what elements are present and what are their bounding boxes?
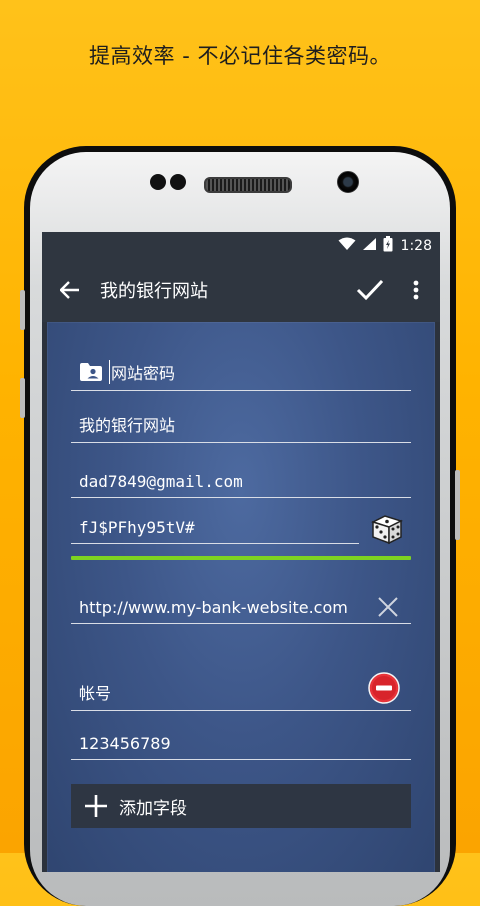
- dice-icon[interactable]: [369, 510, 405, 546]
- add-field-button[interactable]: 添加字段: [71, 784, 411, 828]
- plus-icon: [85, 795, 107, 817]
- url-field[interactable]: http://www.my-bank-website.com: [71, 598, 411, 624]
- phone-screen: 1:28 我的银行网站 网站密码 我的银行网站 dad7849@gmail.co…: [42, 232, 440, 872]
- custom-field-value-text: 123456789: [79, 734, 171, 753]
- headline: 提高效率 - 不必记住各类密码。: [89, 44, 391, 68]
- app-toolbar: 我的银行网站: [42, 258, 440, 322]
- status-bar: 1:28: [42, 232, 440, 258]
- signal-icon: [362, 237, 377, 255]
- sensor-dot: [150, 174, 166, 190]
- check-icon[interactable]: [355, 276, 385, 304]
- power-button: [455, 470, 460, 540]
- password-strength-bar: [71, 556, 411, 560]
- earpiece-speaker: [204, 177, 292, 193]
- password-value: fJ$PFhy95tV#: [79, 518, 195, 537]
- folder-account-icon: [79, 362, 103, 382]
- custom-field-label[interactable]: 帐号: [71, 680, 411, 711]
- username-field[interactable]: dad7849@gmail.com: [71, 472, 411, 498]
- custom-field-label-text: 帐号: [79, 684, 112, 703]
- title-value: 我的银行网站: [79, 416, 176, 435]
- more-vert-icon[interactable]: [408, 278, 424, 302]
- wifi-icon: [338, 237, 356, 255]
- toolbar-title: 我的银行网站: [100, 281, 208, 302]
- volume-button: [20, 290, 25, 330]
- volume-button: [20, 378, 25, 418]
- arrow-left-icon[interactable]: [58, 278, 82, 302]
- sensor-dot: [170, 174, 186, 190]
- entry-form: 网站密码 我的银行网站 dad7849@gmail.com fJ$PFhy95t…: [47, 322, 435, 872]
- category-value: 网站密码: [109, 360, 175, 384]
- category-selector[interactable]: 网站密码: [71, 360, 411, 391]
- close-icon[interactable]: [377, 596, 399, 618]
- front-camera: [337, 171, 359, 193]
- password-field[interactable]: fJ$PFhy95tV#: [71, 518, 359, 544]
- title-field[interactable]: 我的银行网站: [71, 412, 411, 443]
- custom-field-value[interactable]: 123456789: [71, 734, 411, 760]
- remove-circle-icon[interactable]: [368, 672, 400, 704]
- add-field-label: 添加字段: [119, 798, 187, 819]
- url-value: http://www.my-bank-website.com: [79, 598, 348, 617]
- username-value: dad7849@gmail.com: [79, 472, 243, 491]
- battery-icon: [383, 236, 393, 256]
- status-time: 1:28: [400, 238, 432, 254]
